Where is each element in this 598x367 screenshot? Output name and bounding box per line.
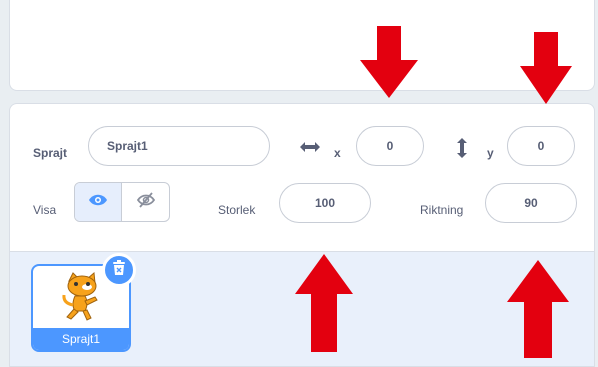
x-position-input[interactable] xyxy=(356,126,424,166)
cat-sprite-thumbnail xyxy=(61,271,105,328)
y-label: y xyxy=(487,146,494,160)
show-label: Visa xyxy=(33,203,57,217)
hide-button[interactable] xyxy=(122,183,169,221)
left-edge xyxy=(0,0,9,367)
sprite-name-label: Sprajt xyxy=(33,146,68,160)
sprite-tile-name: Sprajt1 xyxy=(33,328,129,350)
direction-input[interactable] xyxy=(485,183,577,223)
delete-sprite-button[interactable] xyxy=(102,253,136,287)
sprite-name-input[interactable] xyxy=(88,126,270,166)
size-label: Storlek xyxy=(218,203,256,217)
vertical-double-arrow-icon xyxy=(455,137,469,159)
stage-panel-bottom xyxy=(9,0,595,91)
direction-label: Riktning xyxy=(420,203,464,217)
y-position-input[interactable] xyxy=(507,126,575,166)
sprite-info-panel xyxy=(9,103,595,251)
down-arrow-y xyxy=(520,32,572,104)
trash-icon xyxy=(112,259,126,281)
size-input[interactable] xyxy=(279,183,371,223)
up-arrow-direction xyxy=(507,260,569,358)
down-arrow-x xyxy=(360,26,418,98)
show-button[interactable] xyxy=(75,183,123,221)
eye-slash-icon xyxy=(136,191,156,213)
x-label: x xyxy=(334,146,341,160)
visibility-toggle-group xyxy=(74,182,170,222)
up-arrow-size xyxy=(295,254,353,352)
eye-icon xyxy=(88,193,108,212)
horizontal-double-arrow-icon xyxy=(299,139,321,155)
